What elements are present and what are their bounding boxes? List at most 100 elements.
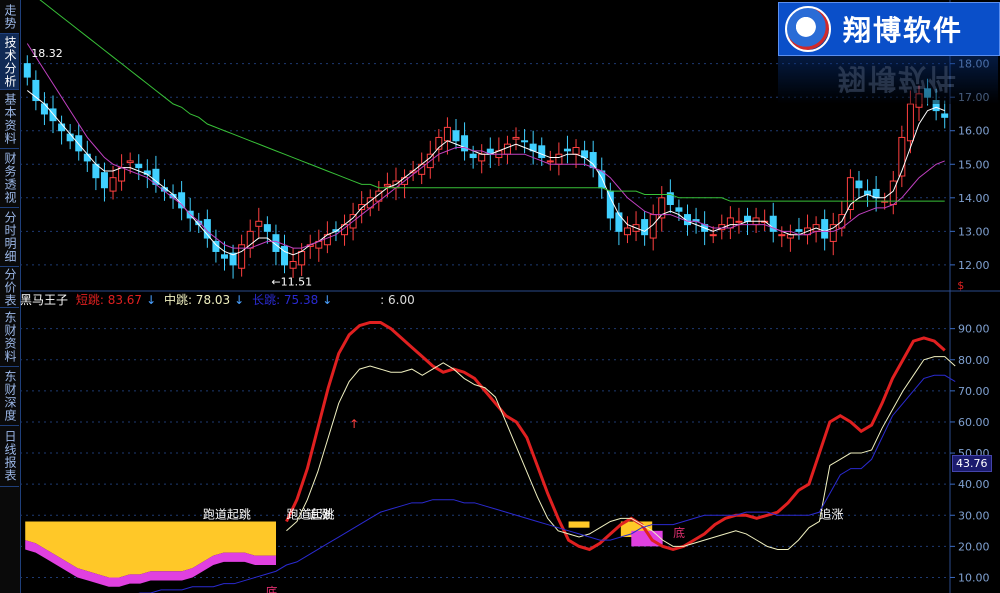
sidebar-tab-5[interactable]: 分价表 xyxy=(0,267,19,308)
candle-body xyxy=(606,190,614,219)
candle-body xyxy=(709,234,717,237)
indicator-tick-label: 70.00 xyxy=(958,385,990,398)
indicator-extra-value: : 6.00 xyxy=(380,293,415,307)
candle-body xyxy=(246,230,254,249)
candle-body xyxy=(40,103,48,115)
price-tick-label: 12.00 xyxy=(958,259,990,272)
price-tick-label: 14.00 xyxy=(958,192,990,205)
sidebar-tab-0[interactable]: 走势 xyxy=(0,0,19,34)
candle-body xyxy=(49,108,57,122)
candle-body xyxy=(298,250,306,266)
indicator-tick-label: 60.00 xyxy=(958,416,990,429)
candle-body xyxy=(855,180,863,189)
price-annotation: $ xyxy=(957,279,964,292)
candle-body xyxy=(469,153,477,159)
sidebar-tab-4[interactable]: 分时明细 xyxy=(0,208,19,267)
candle-body xyxy=(572,147,580,155)
candle-body xyxy=(109,177,117,192)
indicator-mid-value: 中跳: 78.03 xyxy=(163,293,231,307)
candle-body xyxy=(735,220,743,223)
indicator-annotation: 跑道起跳 xyxy=(203,507,251,521)
sidebar-tab-7[interactable]: 东财深度 xyxy=(0,367,19,426)
down-arrow-icon: ↓ xyxy=(146,293,157,307)
candle-body xyxy=(555,153,563,165)
candle-body xyxy=(255,220,263,227)
sidebar-tab-3[interactable]: 财务透视 xyxy=(0,149,19,208)
price-tick-label: 16.00 xyxy=(958,125,990,138)
candle-body xyxy=(220,254,228,259)
candle-body xyxy=(786,234,794,239)
sidebar-tab-2[interactable]: 基本资料 xyxy=(0,90,19,149)
candle-body xyxy=(263,224,271,232)
candle-body xyxy=(821,219,829,239)
sidebar-tab-1[interactable]: 技术分析 xyxy=(0,34,19,90)
indicator-tick-label: 10.00 xyxy=(958,571,990,584)
indicator-tick-label: 20.00 xyxy=(958,540,990,553)
sidebar-tab-8[interactable]: 日线报表 xyxy=(0,426,19,487)
price-annotation: 18.32 xyxy=(31,47,63,60)
indicator-annotation: ↑ xyxy=(349,417,359,431)
indicator-zone xyxy=(568,521,590,528)
candle-body xyxy=(383,183,391,187)
brand-logo-reflection-text: 翔博软件 xyxy=(838,62,959,95)
indicator-zone xyxy=(25,521,277,578)
candle-body xyxy=(726,217,734,229)
candle-body xyxy=(23,63,31,78)
price-tick-label: 13.00 xyxy=(958,225,990,238)
candle-body xyxy=(795,229,803,232)
candle-body xyxy=(623,227,631,236)
candle-body xyxy=(906,103,914,142)
candle-body xyxy=(563,148,571,152)
brand-logo-reflection: 翔博软件 xyxy=(778,56,998,104)
candle-body xyxy=(135,163,143,169)
candle-body xyxy=(744,215,752,222)
price-tick-label: 15.00 xyxy=(958,158,990,171)
candle-body xyxy=(358,204,366,211)
candle-body xyxy=(641,219,649,236)
candle-body xyxy=(118,167,126,182)
candle-body xyxy=(829,224,837,242)
sidebar-tab-6[interactable]: 东财资料 xyxy=(0,308,19,367)
candle-body xyxy=(615,212,623,232)
candle-body xyxy=(546,160,554,163)
candle-body xyxy=(75,135,83,152)
indicator-tick-label: 30.00 xyxy=(958,509,990,522)
brand-logo: 翔博软件 xyxy=(778,2,1000,56)
candle-body xyxy=(452,130,460,142)
candle-body xyxy=(538,145,546,159)
indicator-tick-label: 90.00 xyxy=(958,323,990,336)
candle-body xyxy=(521,140,529,143)
brand-logo-text: 翔博软件 xyxy=(843,14,964,47)
indicator-name[interactable]: 黑马王子 xyxy=(20,293,68,307)
candle-body xyxy=(100,172,108,189)
candle-body xyxy=(66,133,74,142)
candle-body xyxy=(778,234,786,237)
candle-body xyxy=(675,207,683,212)
candle-body xyxy=(443,126,451,142)
indicator-tick-label: 80.00 xyxy=(958,354,990,367)
candle-body xyxy=(58,123,66,132)
candle-body xyxy=(589,152,597,169)
sidebar-tabs: 走势 技术分析 基本资料 财务透视 分时明细 分价表 东财资料 东财深度 日线报表 xyxy=(0,0,21,593)
brand-emblem-icon xyxy=(785,6,831,52)
indicator-legend: 黑马王子 短跳: 83.67 ↓ 中跳: 78.03 ↓ 长跳: 75.38 ↓ : … xyxy=(20,292,419,308)
indicator-short-value: 短跳: 83.67 xyxy=(75,293,143,307)
candle-body xyxy=(941,113,949,118)
indicator-long-value: 长跳: 75.38 xyxy=(252,293,319,307)
candle-body xyxy=(503,143,511,155)
candle-body xyxy=(512,136,520,140)
indicator-tick-label: 40.00 xyxy=(958,478,990,491)
down-arrow-icon: ↓ xyxy=(322,293,333,307)
candle-body xyxy=(289,261,297,269)
candle-body xyxy=(126,160,134,164)
indicator-annotation: 底 xyxy=(673,525,685,540)
down-arrow-icon: ↓ xyxy=(234,293,245,307)
candle-body xyxy=(83,153,91,162)
indicator-annotation: 底 xyxy=(266,584,278,593)
candle-body xyxy=(178,192,186,209)
indicator-annotation: 追涨 xyxy=(819,506,843,521)
indicator-annotation: 追涨 xyxy=(307,506,331,521)
current-value-tag: 43.76 xyxy=(952,455,992,472)
candle-body xyxy=(478,153,486,162)
price-annotation: ←11.51 xyxy=(271,275,312,288)
